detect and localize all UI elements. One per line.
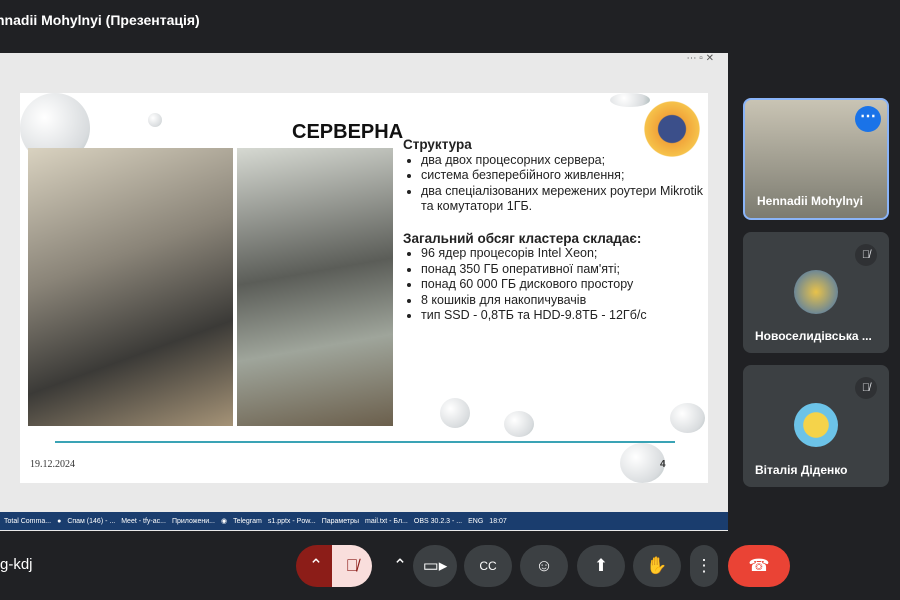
reactions-button[interactable]: ☺ bbox=[520, 545, 568, 587]
divider bbox=[55, 441, 675, 443]
taskbar-item[interactable]: Спам (146) - ... bbox=[67, 518, 115, 525]
hang-up-icon: ☎ bbox=[748, 556, 770, 575]
cluster-title: Загальний обсяг кластера складає: bbox=[403, 230, 642, 246]
taskbar-item[interactable]: s1.pptx - Pow... bbox=[268, 518, 316, 525]
water-drop bbox=[670, 403, 705, 433]
slide-number: 4 bbox=[660, 459, 666, 470]
clock[interactable]: 18:07 bbox=[489, 518, 507, 525]
structure-title: Структура bbox=[403, 137, 472, 152]
camera-icon: ▭▸ bbox=[422, 556, 448, 575]
participant-name: Віталія Діденко bbox=[755, 463, 848, 477]
water-drop bbox=[504, 411, 534, 437]
server-rack-photo bbox=[237, 148, 393, 426]
list-item: тип SSD - 0,8ТБ та HDD-9.8ТБ - 12Гб/с bbox=[421, 308, 703, 324]
avatar bbox=[794, 403, 838, 447]
present-button[interactable]: ⬆ bbox=[577, 545, 625, 587]
water-drop bbox=[440, 398, 470, 428]
microphone-button[interactable]: 🎙̸ bbox=[332, 545, 372, 587]
taskbar-item[interactable]: mail.txt - Бл... bbox=[365, 518, 408, 525]
mic-off-icon: 🎙̸ bbox=[345, 556, 359, 575]
taskbar-item[interactable]: Telegram bbox=[233, 518, 262, 525]
captions-icon: CC bbox=[479, 559, 497, 573]
participant-tile[interactable]: 🎙̸ Віталія Діденко bbox=[743, 365, 889, 487]
presentation-title: nnadii Mohylnyi (Презентація) bbox=[0, 12, 200, 28]
taskbar-item[interactable]: Total Comma... bbox=[4, 518, 51, 525]
participant-name: Новоселидівська ... bbox=[755, 329, 872, 343]
water-drop bbox=[620, 443, 665, 483]
slide-heading: СЕРВЕРНА bbox=[292, 121, 404, 143]
language-indicator[interactable]: ENG bbox=[468, 518, 483, 525]
taskbar-item[interactable]: OBS 30.2.3 - ... bbox=[414, 518, 462, 525]
mic-off-icon: 🎙̸ bbox=[855, 244, 877, 266]
list-item: понад 350 ГБ оперативної пам'яті; bbox=[421, 262, 703, 278]
participant-tile[interactable]: 🎙̸ Новоселидівська ... bbox=[743, 232, 889, 353]
emoji-icon: ☺ bbox=[535, 556, 553, 575]
water-drop bbox=[610, 93, 650, 107]
chevron-up-icon: ⌃ bbox=[392, 556, 408, 575]
more-options-button[interactable]: ⋮ bbox=[690, 545, 718, 587]
taskbar: Total Comma... ● Спам (146) - ... Meet -… bbox=[0, 512, 728, 530]
avatar bbox=[794, 270, 838, 314]
more-vert-icon: ⋮ bbox=[695, 556, 713, 575]
firefox-icon[interactable]: ● bbox=[57, 518, 61, 525]
viber-icon[interactable]: ◉ bbox=[221, 517, 227, 525]
slide: СЕРВЕРНА Структура два двох процесорних … bbox=[20, 93, 708, 483]
list-item: два двох процесорних сервера; bbox=[421, 153, 703, 169]
taskbar-item[interactable]: Meet - tfy-ac... bbox=[121, 518, 166, 525]
mic-off-icon: 🎙̸ bbox=[855, 377, 877, 399]
raise-hand-button[interactable]: ✋ bbox=[633, 545, 681, 587]
participant-tile[interactable]: ⋯ Hennadii Mohylnyi bbox=[743, 98, 889, 220]
list-item: система безперебійного живлення; bbox=[421, 168, 703, 184]
list-item: 8 кошиків для накопичувачів bbox=[421, 293, 703, 309]
shared-screen: ⋯ ▫ ✕ СЕРВЕРНА Структура два двох процес… bbox=[0, 53, 728, 531]
chevron-up-icon: ⌃ bbox=[308, 556, 324, 575]
leave-call-button[interactable]: ☎ bbox=[728, 545, 790, 587]
participant-name: Hennadii Mohylnyi bbox=[757, 194, 864, 208]
water-drop bbox=[148, 113, 162, 127]
server-rack-photo bbox=[28, 148, 233, 426]
window-controls[interactable]: ⋯ ▫ ✕ bbox=[687, 53, 714, 64]
taskbar-item[interactable]: Параметры bbox=[322, 518, 359, 525]
present-icon: ⬆ bbox=[593, 556, 609, 575]
captions-button[interactable]: CC bbox=[464, 545, 512, 587]
meeting-code: g-kdj bbox=[0, 556, 33, 573]
list-item: 96 ядер процесорів Intel Xeon; bbox=[421, 246, 703, 262]
list-item: два спеціалізованих мережених роутери Mi… bbox=[421, 184, 703, 215]
more-options-icon[interactable]: ⋯ bbox=[855, 106, 881, 132]
audio-options-button[interactable]: ⌃ bbox=[296, 545, 336, 587]
slide-text: Структура два двох процесорних сервера; … bbox=[403, 137, 703, 324]
hand-icon: ✋ bbox=[646, 556, 668, 575]
slide-date: 19.12.2024 bbox=[30, 459, 75, 470]
camera-button[interactable]: ▭▸ bbox=[413, 545, 457, 587]
list-item: понад 60 000 ГБ дискового простору bbox=[421, 277, 703, 293]
taskbar-item[interactable]: Приложени... bbox=[172, 518, 215, 525]
